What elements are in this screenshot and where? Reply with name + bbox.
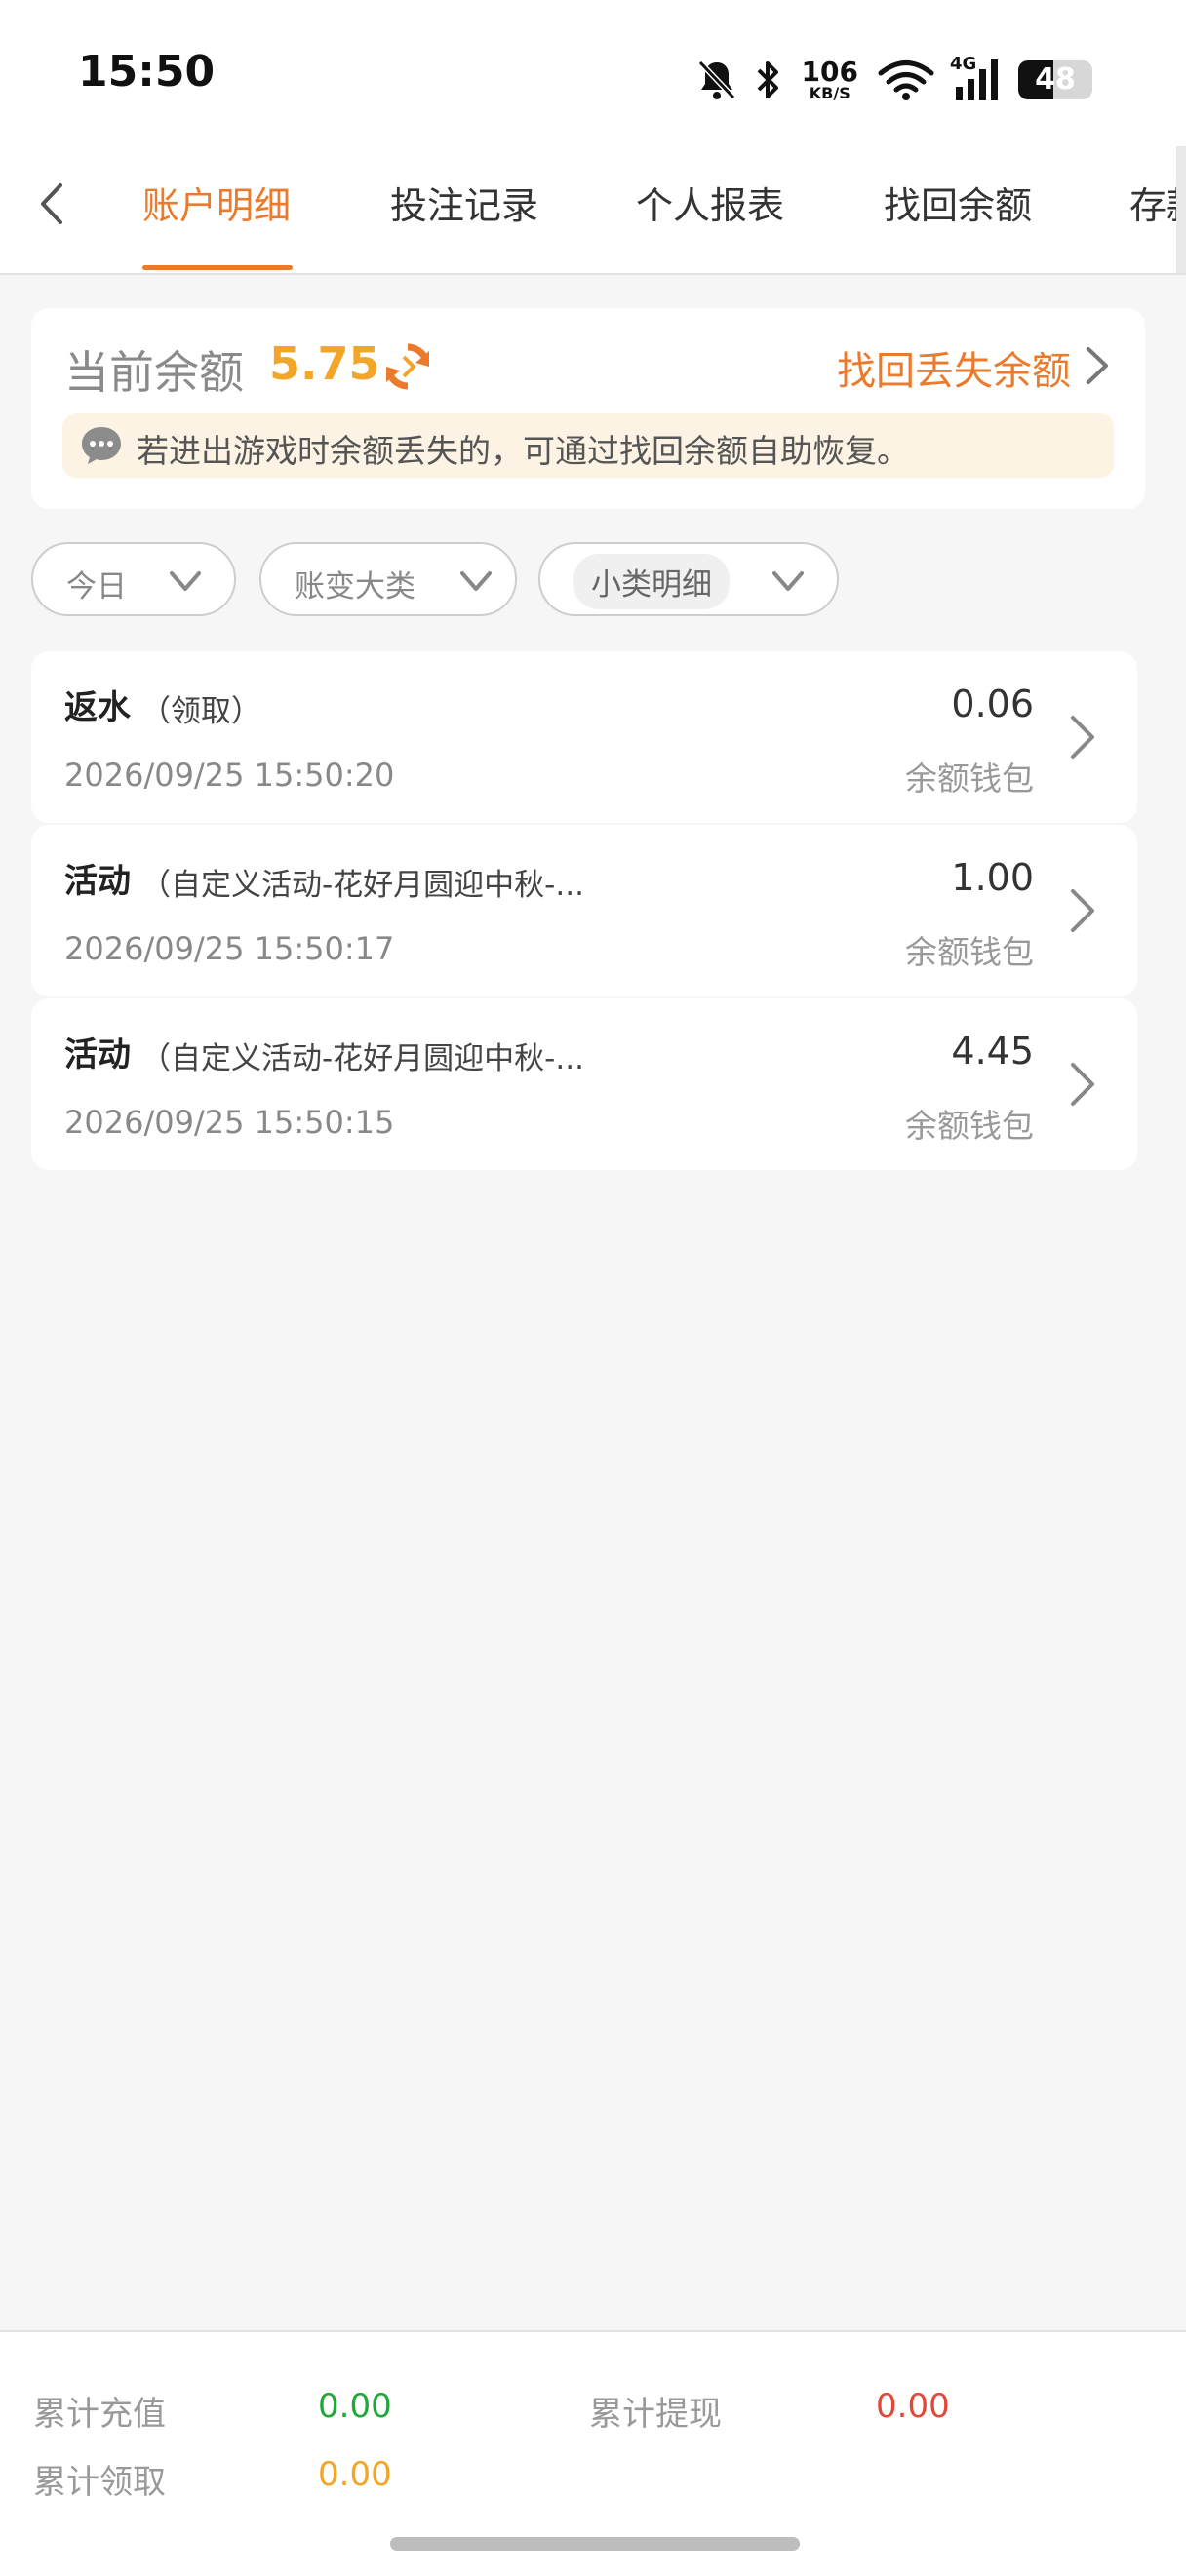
bluetooth-icon: [757, 61, 778, 98]
net-speed-value: 106: [801, 56, 858, 88]
tab-account-detail[interactable]: 账户明细: [142, 176, 291, 229]
record-wallet: 余额钱包: [905, 760, 1034, 798]
record-detail: （领取）: [140, 694, 261, 729]
record-time: 2026/09/25 15:50:15: [64, 1104, 395, 1141]
battery-icon: 48: [1018, 60, 1092, 99]
claim-total-value: 0.00: [318, 2455, 392, 2494]
battery-level: 48: [1035, 62, 1076, 97]
chevron-down-icon: [772, 571, 804, 591]
refresh-icon[interactable]: [380, 339, 435, 394]
chevron-right-icon[interactable]: [1077, 343, 1116, 388]
scroll-edge: [1176, 146, 1186, 273]
balance-label: 当前余额: [64, 346, 244, 399]
filter-category[interactable]: 账变大类: [259, 542, 517, 616]
record-row[interactable]: 活动 （自定义活动-花好月圆迎中秋-... 2026/09/25 15:50:1…: [31, 998, 1137, 1170]
record-detail: （自定义活动-花好月圆迎中秋-...: [140, 1041, 584, 1076]
chevron-right-icon: [1071, 1063, 1094, 1106]
claim-total-label: 累计领取: [33, 2463, 166, 2502]
status-bar: 15:50 106 KB/S 4G 48: [0, 0, 1186, 146]
recover-lost-balance-link[interactable]: 找回丢失余额: [837, 339, 1071, 396]
withdraw-total-label: 累计提现: [589, 2395, 722, 2434]
chat-bubble-icon: [82, 427, 121, 464]
record-time: 2026/09/25 15:50:20: [64, 757, 395, 794]
chevron-left-icon[interactable]: [29, 179, 78, 228]
net-speed-unit: KB/S: [809, 84, 850, 102]
tab-personal-report[interactable]: 个人报表: [636, 176, 784, 229]
chevron-down-icon: [460, 571, 492, 591]
balance-card: 当前余额 5.75 找回丢失余额 若进出游戏时余额丢失的，可通过找回余额自助恢复…: [31, 308, 1145, 509]
record-row[interactable]: 活动 （自定义活动-花好月圆迎中秋-... 2026/09/25 15:50:1…: [31, 825, 1137, 996]
record-detail: （自定义活动-花好月圆迎中秋-...: [140, 868, 584, 903]
record-amount: 0.06: [951, 683, 1034, 725]
recharge-total-value: 0.00: [318, 2387, 392, 2426]
filter-date-label: 今日: [66, 569, 127, 605]
filter-date[interactable]: 今日: [31, 542, 236, 616]
balance-notice: 若进出游戏时余额丢失的，可通过找回余额自助恢复。: [62, 413, 1114, 478]
recharge-total-label: 累计充值: [33, 2395, 166, 2434]
record-amount: 1.00: [951, 856, 1034, 899]
status-icons: 106 KB/S 4G 48: [696, 51, 1092, 109]
filter-subcategory-label: 小类明细: [573, 554, 730, 609]
record-type: 返水: [64, 688, 131, 727]
chevron-right-icon: [1071, 889, 1094, 932]
record-wallet: 余额钱包: [905, 1107, 1034, 1145]
filter-category-label: 账变大类: [295, 569, 415, 605]
record-type: 活动: [64, 862, 131, 901]
record-amount: 4.45: [951, 1030, 1034, 1073]
bell-mute-icon: [697, 59, 735, 100]
tab-recover-balance[interactable]: 找回余额: [884, 176, 1032, 229]
record-type: 活动: [64, 1035, 131, 1074]
chevron-right-icon: [1071, 716, 1094, 759]
record-wallet: 余额钱包: [905, 933, 1034, 971]
home-indicator[interactable]: [390, 2537, 800, 2551]
tab-bet-record[interactable]: 投注记录: [390, 176, 538, 229]
wifi-icon: [878, 60, 934, 100]
tab-bar: 账户明细 投注记录 个人报表 找回余额 存款: [0, 146, 1186, 275]
active-tab-indicator: [142, 265, 293, 270]
filter-subcategory[interactable]: 小类明细: [538, 542, 839, 616]
balance-value: 5.75: [269, 337, 380, 390]
net-speed: 106 KB/S: [802, 59, 858, 101]
record-time: 2026/09/25 15:50:17: [64, 930, 395, 967]
record-row[interactable]: 返水 （领取） 2026/09/25 15:50:20 0.06 余额钱包: [31, 651, 1137, 823]
status-time: 15:50: [78, 47, 216, 97]
notice-text: 若进出游戏时余额丢失的，可通过找回余额自助恢复。: [137, 432, 909, 470]
signal-icon: 4G: [950, 54, 1003, 102]
chevron-down-icon: [170, 571, 201, 591]
withdraw-total-value: 0.00: [876, 2387, 950, 2426]
